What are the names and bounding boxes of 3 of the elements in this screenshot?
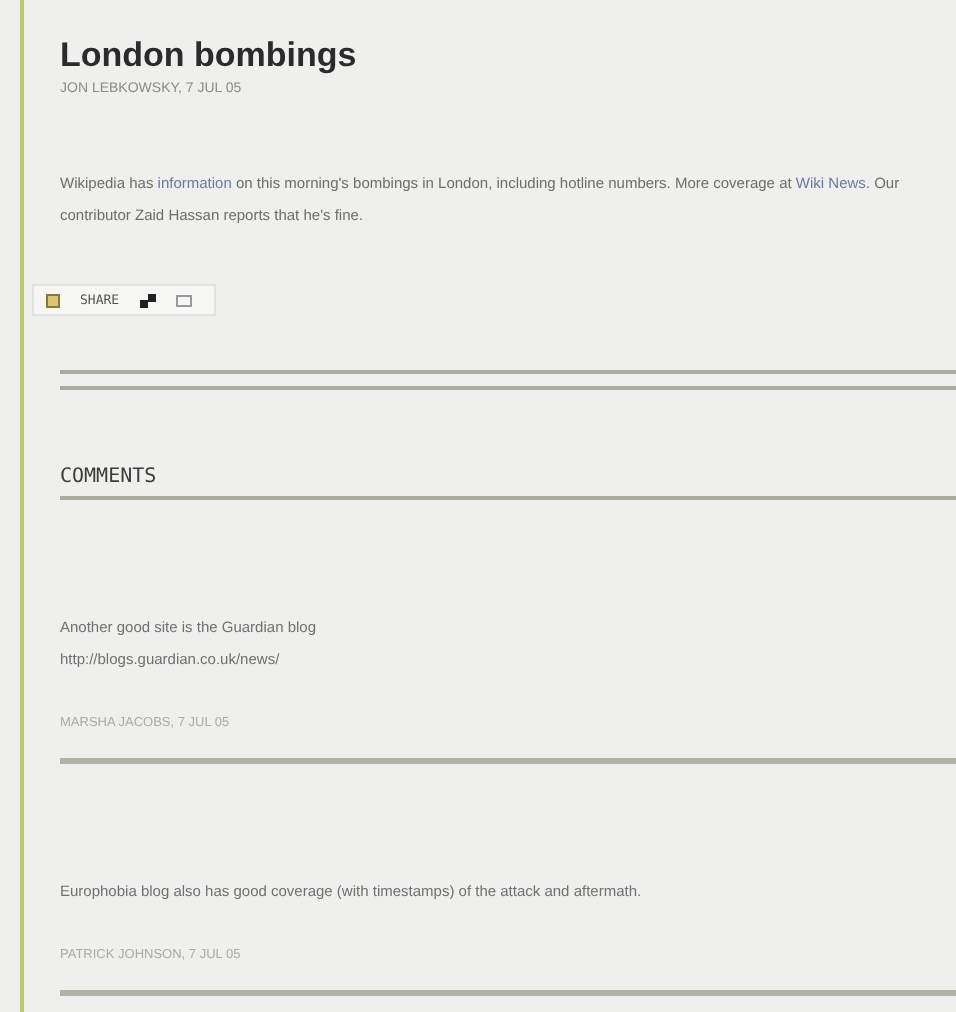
squares-icon [139, 293, 156, 307]
post-title: London bombings [60, 36, 357, 76]
comments-heading: COMMENTS [60, 465, 157, 487]
